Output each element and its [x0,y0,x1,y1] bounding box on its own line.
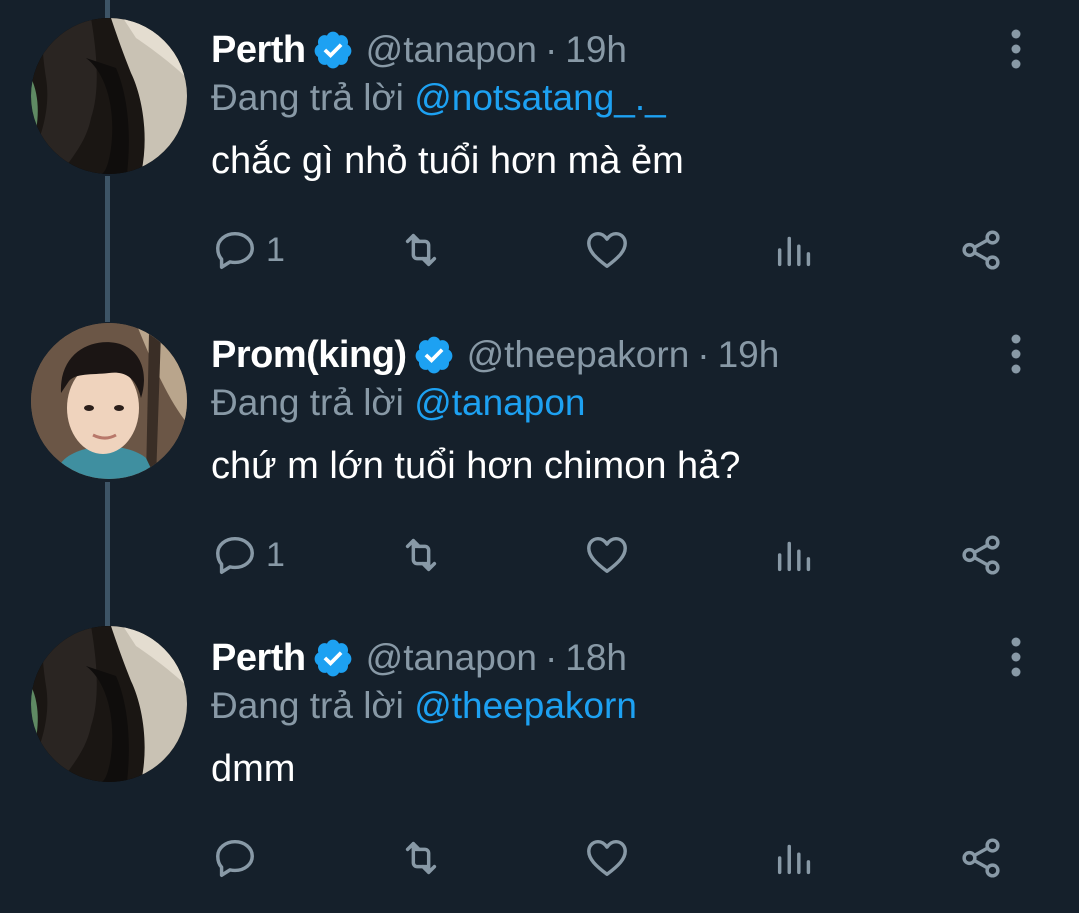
user-handle[interactable]: @tanapon [366,637,537,679]
user-handle[interactable]: @tanapon [366,29,537,71]
share-icon [962,535,1000,575]
reply-icon [216,536,254,574]
separator-dot: · [697,334,710,375]
tweet[interactable]: Prom(king) @theepakorn · 19h Đang trả lờ… [0,305,1079,610]
analytics-button[interactable] [772,527,818,583]
like-button[interactable] [584,527,630,583]
replying-to: Đang trả lời @theepakorn [211,685,637,727]
tweet-text: chắc gì nhỏ tuổi hơn mà ẻm [211,140,684,182]
mention-link[interactable]: @notsatang_._ [414,77,666,118]
tweet-header: Prom(king) @theepakorn · 19h [211,332,779,378]
avatar[interactable] [31,323,187,479]
replying-to: Đang trả lời @notsatang_._ [211,77,666,119]
share-button[interactable] [958,222,1004,278]
tweet-actions: 1 [0,222,1079,278]
more-vertical-icon[interactable] [1003,331,1029,377]
analytics-icon [777,541,811,572]
timestamp[interactable]: 18h [565,637,627,679]
timestamp[interactable]: 19h [565,29,627,71]
timestamp[interactable]: 19h [718,334,780,376]
retweet-icon [405,538,437,572]
separator-dot: · [544,29,558,70]
verified-badge-icon [314,639,352,677]
heart-icon [587,839,627,877]
avatar[interactable] [31,18,187,174]
reply-prefix: Đang trả lời [211,77,404,118]
reply-button[interactable]: 1 [212,222,285,278]
retweet-icon [405,233,437,267]
like-button[interactable] [584,830,630,886]
tweet-text: dmm [211,748,296,790]
replying-to: Đang trả lời @tanapon [211,382,586,424]
tweet[interactable]: Perth @tanapon · 19h Đang trả lời @notsa… [0,0,1079,305]
tweet-actions [0,830,1079,886]
tweet-header: Perth @tanapon · 18h [211,635,627,681]
share-icon [962,230,1000,270]
tweet[interactable]: Perth @tanapon · 18h Đang trả lời @theep… [0,608,1079,913]
separator-dot: · [544,637,558,678]
retweet-button[interactable] [398,527,444,583]
analytics-icon [777,844,811,875]
reply-prefix: Đang trả lời [211,685,404,726]
display-name[interactable]: Perth [211,29,306,72]
heart-icon [587,231,627,269]
heart-icon [587,536,627,574]
reply-count: 1 [266,535,285,574]
share-icon [962,838,1000,878]
tweet-text: chứ m lớn tuổi hơn chimon hả? [211,445,741,487]
more-vertical-icon[interactable] [1003,634,1029,680]
avatar[interactable] [31,626,187,782]
retweet-button[interactable] [398,222,444,278]
reply-button[interactable]: 1 [212,527,285,583]
verified-badge-icon [415,336,452,374]
mention-link[interactable]: @tanapon [414,382,585,423]
retweet-button[interactable] [398,830,444,886]
retweet-icon [405,841,437,875]
reply-prefix: Đang trả lời [211,382,404,423]
reply-icon [216,839,254,877]
share-button[interactable] [958,527,1004,583]
tweet-actions: 1 [0,527,1079,583]
analytics-button[interactable] [772,830,818,886]
reply-button[interactable] [212,830,266,886]
verified-badge-icon [314,31,352,69]
reply-count: 1 [266,230,285,269]
mention-link[interactable]: @theepakorn [414,685,637,726]
display-name[interactable]: Prom(king) [211,334,407,377]
like-button[interactable] [584,222,630,278]
reply-icon [216,231,254,269]
tweet-header: Perth @tanapon · 19h [211,27,627,73]
more-vertical-icon[interactable] [1003,26,1029,72]
analytics-icon [777,236,811,267]
analytics-button[interactable] [772,222,818,278]
share-button[interactable] [958,830,1004,886]
display-name[interactable]: Perth [211,637,306,680]
user-handle[interactable]: @theepakorn [467,334,690,376]
